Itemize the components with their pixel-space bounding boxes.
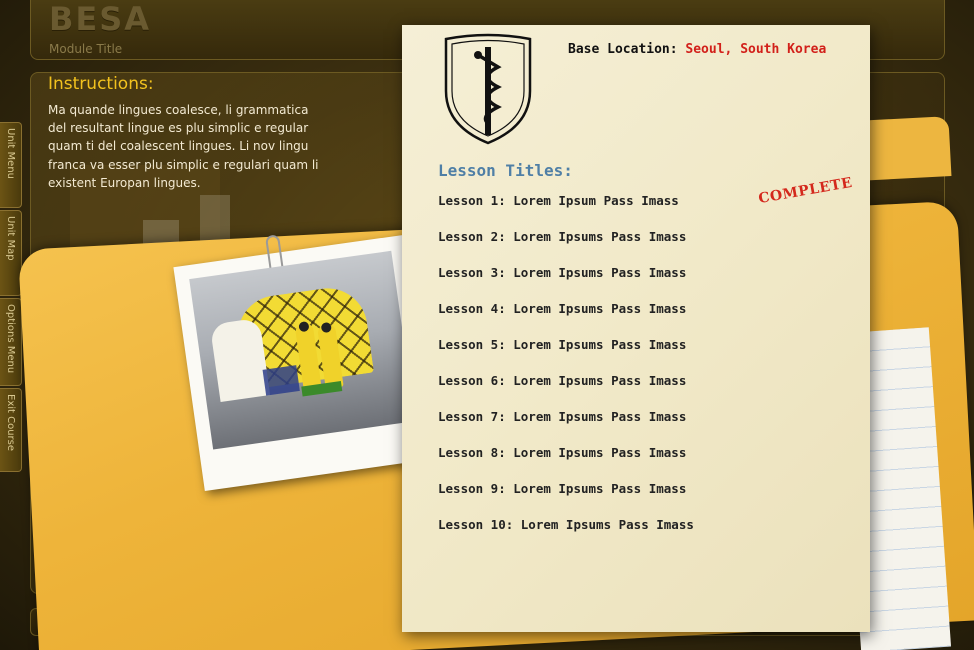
instructions-text: Ma quande lingues coalesce, li grammatic… — [48, 103, 319, 190]
complete-stamp: COMPLETE — [757, 174, 854, 208]
medical-caduceus-shield-icon — [444, 33, 532, 145]
lesson-link-5[interactable]: Lesson 5: Lorem Ipsums Pass Imass — [438, 337, 694, 373]
base-location-value: Seoul, South Korea — [685, 42, 827, 57]
besa-logo: BESA — [49, 0, 152, 38]
lesson-link-4[interactable]: Lesson 4: Lorem Ipsums Pass Imass — [438, 301, 694, 337]
lesson-titles-heading: Lesson Titles: — [438, 161, 573, 180]
instructions-heading: Instructions: — [48, 74, 154, 94]
lesson-link-7[interactable]: Lesson 7: Lorem Ipsums Pass Imass — [438, 409, 694, 445]
lesson-paper: Base Location: Seoul, South Korea Lesson… — [402, 25, 870, 632]
exit-course-tab[interactable]: Exit Course — [0, 388, 22, 472]
base-location-label: Base Location: — [568, 42, 678, 57]
lesson-link-10[interactable]: Lesson 10: Lorem Ipsums Pass Imass — [438, 517, 694, 553]
background-paper — [200, 195, 230, 241]
lesson-list: Lesson 1: Lorem Ipsum Pass Imass Lesson … — [438, 193, 694, 553]
options-menu-tab-label: Options Menu — [5, 304, 16, 374]
lesson-link-6[interactable]: Lesson 6: Lorem Ipsums Pass Imass — [438, 373, 694, 409]
lesson-link-9[interactable]: Lesson 9: Lorem Ipsums Pass Imass — [438, 481, 694, 517]
base-location: Base Location: Seoul, South Korea — [568, 42, 826, 57]
lesson-link-1[interactable]: Lesson 1: Lorem Ipsum Pass Imass — [438, 193, 694, 229]
hazmat-tent-photo — [189, 250, 416, 450]
unit-map-tab-label: Unit Map — [5, 216, 16, 261]
unit-map-tab[interactable]: Unit Map — [0, 210, 22, 296]
cart-shape — [262, 365, 300, 396]
lesson-link-3[interactable]: Lesson 3: Lorem Ipsums Pass Imass — [438, 265, 694, 301]
lesson-link-8[interactable]: Lesson 8: Lorem Ipsums Pass Imass — [438, 445, 694, 481]
lesson-link-2[interactable]: Lesson 2: Lorem Ipsums Pass Imass — [438, 229, 694, 265]
unit-menu-tab-label: Unit Menu — [5, 128, 16, 179]
unit-menu-tab[interactable]: Unit Menu — [0, 122, 22, 208]
module-title: Module Title — [49, 42, 123, 56]
polaroid-photo — [173, 234, 435, 492]
options-menu-tab[interactable]: Options Menu — [0, 298, 22, 386]
exit-course-tab-label: Exit Course — [5, 394, 16, 452]
